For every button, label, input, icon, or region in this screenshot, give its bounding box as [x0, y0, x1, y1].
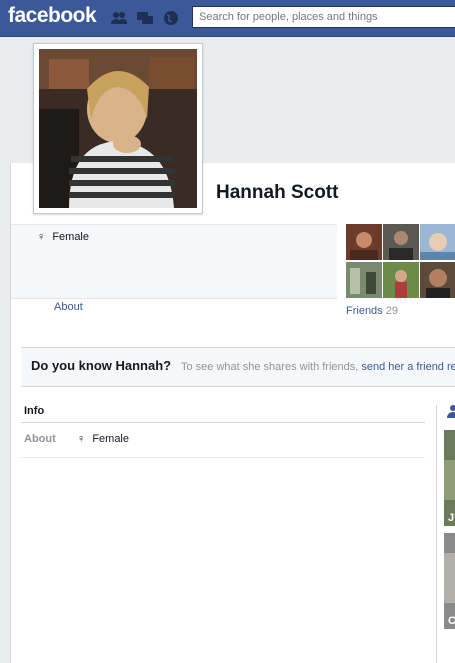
facebook-logo[interactable]: facebook: [8, 4, 97, 28]
column-divider: [436, 405, 437, 663]
female-icon: ♀: [37, 231, 46, 243]
info-gender-value: Female: [92, 433, 129, 445]
send-friend-request-link[interactable]: send her a friend re: [361, 361, 455, 373]
search-input[interactable]: Search for people, places and things: [192, 6, 455, 28]
about-link[interactable]: About: [54, 301, 83, 313]
top-bar: facebook Search for people, places and t…: [0, 0, 455, 37]
info-section-title: Info: [24, 405, 45, 417]
side-photo-tile[interactable]: C: [444, 533, 455, 629]
side-photo-tile[interactable]: J: [444, 430, 455, 526]
intro-gender-label: Female: [52, 231, 89, 243]
profile-photo-image: [39, 49, 197, 208]
info-gender: ♀ Female: [77, 433, 129, 445]
friends-label[interactable]: Friends: [346, 305, 383, 317]
friend-thumbnail[interactable]: [420, 224, 455, 260]
profile-name[interactable]: Hannah Scott: [216, 182, 338, 204]
friends-photo-grid[interactable]: [346, 224, 455, 299]
friends-section-icon: [447, 405, 455, 418]
friend-thumbnail[interactable]: [420, 262, 455, 298]
friends-link[interactable]: Friends 29: [346, 305, 398, 317]
side-photo-label: J: [448, 512, 455, 524]
messages-icon[interactable]: [136, 10, 154, 26]
friend-thumbnail[interactable]: [346, 224, 382, 260]
friend-thumbnail[interactable]: [346, 262, 382, 298]
info-divider: [21, 422, 425, 423]
info-divider: [21, 457, 425, 458]
know-title: Do you know Hannah?: [31, 358, 172, 373]
friend-requests-icon[interactable]: [110, 10, 128, 26]
know-description: To see what she shares with friends,: [181, 361, 362, 373]
female-icon: ♀: [77, 433, 86, 445]
know-text: To see what she shares with friends, sen…: [181, 361, 455, 373]
friend-thumbnail[interactable]: [383, 262, 419, 298]
friends-count: 29: [385, 305, 398, 317]
friend-thumbnail[interactable]: [383, 224, 419, 260]
intro-gender: ♀ Female: [37, 231, 89, 243]
side-photo-label: C: [448, 615, 455, 627]
profile-picture[interactable]: [33, 43, 203, 214]
info-about-label: About: [24, 433, 56, 445]
notifications-globe-icon[interactable]: [162, 10, 180, 26]
